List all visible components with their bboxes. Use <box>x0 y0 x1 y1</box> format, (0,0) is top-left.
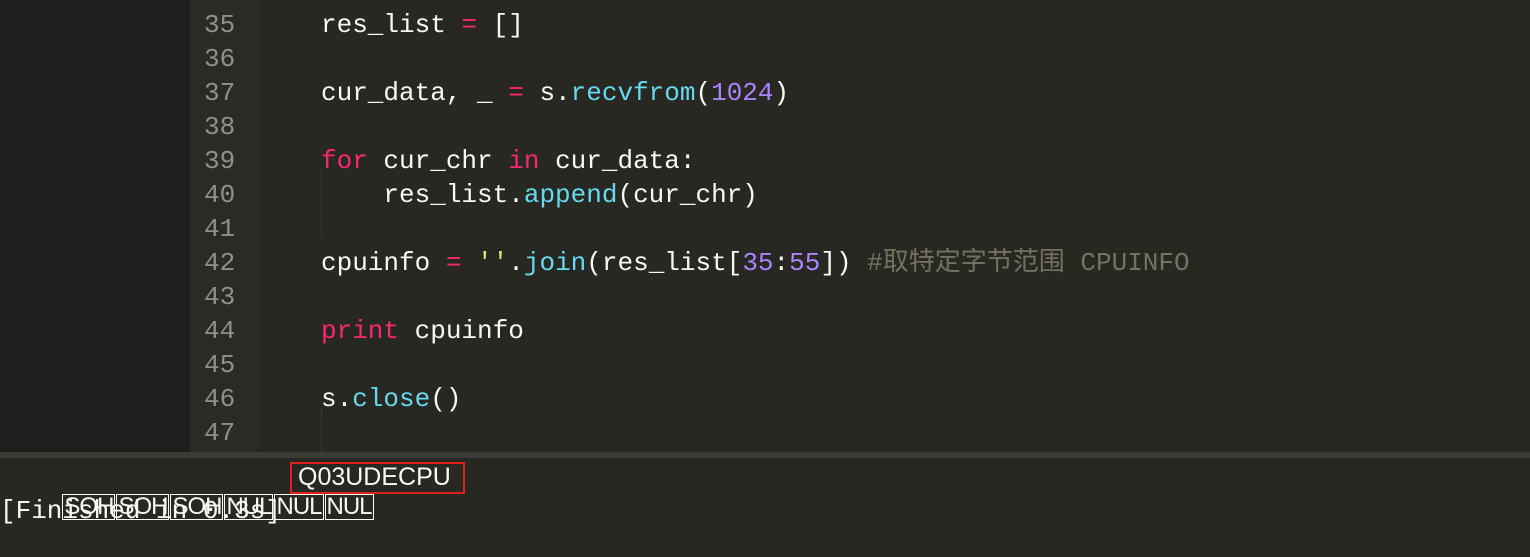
code-line[interactable]: 41 <box>190 212 1530 246</box>
code-token: join <box>523 248 587 278</box>
code-token: in <box>508 146 540 176</box>
line-number: 36 <box>204 44 236 74</box>
code-token: close <box>352 384 431 414</box>
code-token: ]) <box>820 248 868 278</box>
code-line[interactable]: 38 <box>190 110 1530 144</box>
line-number: 47 <box>204 418 236 448</box>
code-text: res_list = [] <box>321 8 524 42</box>
code-token: ( <box>695 78 712 108</box>
line-number: 39 <box>204 146 236 176</box>
code-line[interactable]: 35 res_list = [] <box>190 8 1530 42</box>
line-number: 41 <box>204 214 236 244</box>
code-line[interactable]: 40 res_list.append(cur_chr) <box>190 178 1530 212</box>
code-token: cur_chr <box>367 146 509 176</box>
line-number: 44 <box>204 316 236 346</box>
code-token: (res_list[ <box>586 248 743 278</box>
code-token: cur_data: <box>539 146 696 176</box>
code-text: cpuinfo = ''.join(res_list[35:55]) #取特定字… <box>321 246 1190 280</box>
cpu-info-result: Q03UDECPU <box>298 463 451 491</box>
code-token: . <box>508 248 524 278</box>
code-token: res_list. <box>321 180 524 210</box>
code-token: = <box>461 10 478 40</box>
code-token: res_list <box>321 10 462 40</box>
indent-guide <box>321 170 323 238</box>
line-number: 46 <box>204 384 236 414</box>
code-line[interactable]: 45 <box>190 348 1530 382</box>
code-line[interactable]: 43 <box>190 280 1530 314</box>
code-line[interactable]: 39 for cur_chr in cur_data: <box>190 144 1530 178</box>
sidebar-panel <box>0 0 190 452</box>
line-number: 38 <box>204 112 236 142</box>
code-token: () <box>430 384 462 414</box>
code-token: : <box>773 248 790 278</box>
code-token: cpuinfo <box>399 316 524 346</box>
line-number: 35 <box>204 10 236 40</box>
code-token: [] <box>477 10 524 40</box>
line-number: 45 <box>204 350 236 380</box>
code-token: recvfrom <box>570 78 696 108</box>
code-line[interactable]: 37 cur_data, _ = s.recvfrom(1024) <box>190 76 1530 110</box>
code-token: s. <box>523 78 571 108</box>
code-token: '' <box>477 248 509 278</box>
code-text: s.close() <box>321 382 461 416</box>
code-token: cur_data, _ <box>321 78 509 108</box>
code-text: for cur_chr in cur_data: <box>321 144 696 178</box>
code-line[interactable]: 36 <box>190 42 1530 76</box>
line-number: 37 <box>204 78 236 108</box>
code-text: print cpuinfo <box>321 314 524 348</box>
code-line[interactable]: 46 s.close() <box>190 382 1530 416</box>
build-output-panel: SOH SOH SOH NUL NUL NUL Q03UDECPU [Finished i… <box>0 458 1530 557</box>
code-token: append <box>523 180 618 210</box>
code-line[interactable]: 44 print cpuinfo <box>190 314 1530 348</box>
code-token: s. <box>321 384 353 414</box>
line-number: 42 <box>204 248 236 278</box>
code-token: #取特定字节范围 CPUINFO <box>867 248 1190 278</box>
code-line[interactable]: 42 cpuinfo = ''.join(res_list[35:55]) #取特… <box>190 246 1530 280</box>
code-token: = <box>445 248 462 278</box>
line-number: 43 <box>204 282 236 312</box>
code-token: 55 <box>789 248 821 278</box>
control-char-badge: NUL <box>274 493 324 520</box>
finished-message: [Finished in 0.3s] <box>0 496 281 526</box>
code-token: 35 <box>742 248 774 278</box>
line-number: 40 <box>204 180 236 210</box>
code-token: = <box>508 78 524 108</box>
code-line[interactable]: 47 <box>190 416 1530 450</box>
code-token: (cur_chr) <box>617 180 758 210</box>
code-editor[interactable]: 35 res_list = [] 36 37 cur_data, _ = s.recvf… <box>190 0 1530 452</box>
indent-guide <box>321 408 323 452</box>
code-token: for <box>321 146 368 176</box>
control-char-badge: NUL <box>324 493 374 520</box>
code-text: cur_data, _ = s.recvfrom(1024) <box>321 76 789 110</box>
code-token: ) <box>773 78 790 108</box>
code-token: cpuinfo <box>321 248 446 278</box>
code-text: res_list.append(cur_chr) <box>321 178 758 212</box>
code-token: 1024 <box>711 78 774 108</box>
code-token: print <box>321 316 400 346</box>
